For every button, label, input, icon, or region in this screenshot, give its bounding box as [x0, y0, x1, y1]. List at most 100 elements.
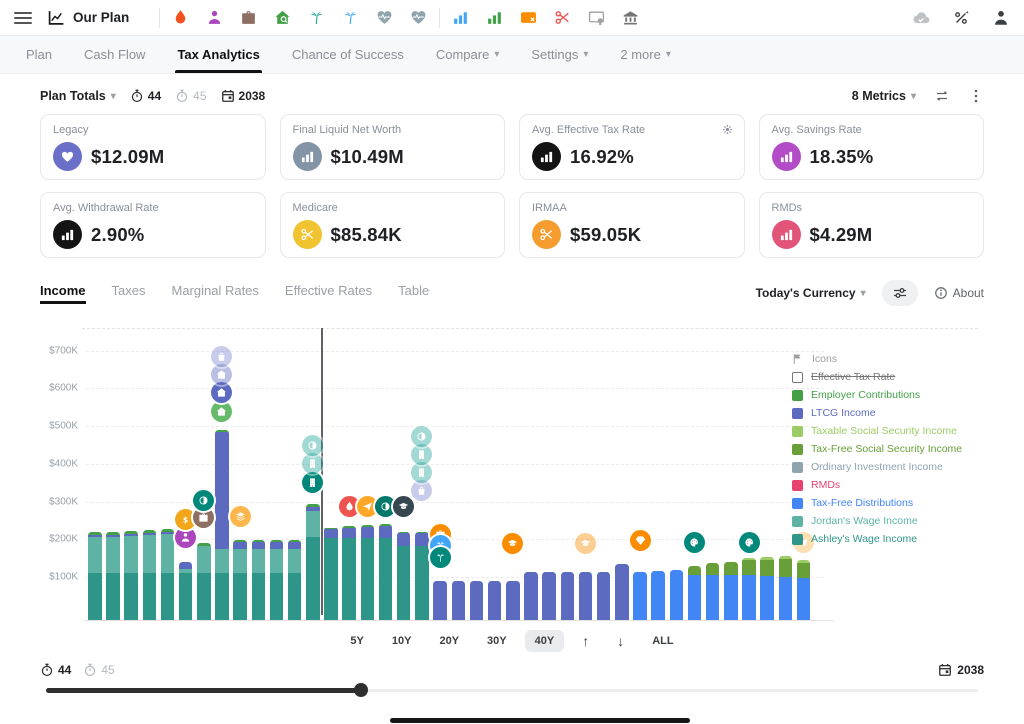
chart-bar-18[interactable]	[397, 532, 411, 620]
chart-icon[interactable]	[452, 9, 469, 26]
marker-palette-icon[interactable]	[739, 532, 760, 553]
bank-icon[interactable]	[622, 9, 639, 26]
horizontal-scrollbar-thumb[interactable]	[390, 718, 690, 723]
marker-graduation-icon[interactable]	[393, 496, 414, 517]
chart-bar-21[interactable]	[452, 581, 466, 620]
chart-bar-27[interactable]	[561, 572, 575, 620]
chart-tab-marginal-rates[interactable]: Marginal Rates	[171, 283, 258, 304]
about-link[interactable]: About	[934, 286, 984, 300]
chart-bar-20[interactable]	[433, 581, 447, 620]
chart-bar-32[interactable]	[651, 571, 665, 620]
chart-bar-7[interactable]	[197, 543, 211, 620]
range-30y-button[interactable]: 30Y	[477, 630, 517, 652]
marker-building-icon[interactable]	[302, 453, 323, 474]
legend-item-ashley-s-wage-income[interactable]: Ashley's Wage Income	[792, 530, 984, 548]
certificate-icon[interactable]	[588, 9, 605, 26]
marker-house-icon[interactable]	[211, 382, 232, 403]
chart-bar-17[interactable]	[379, 524, 393, 620]
metric-card-avg-effective-tax-rate[interactable]: Avg. Effective Tax Rate16.92%	[519, 114, 745, 180]
chart-bar-15[interactable]	[342, 526, 356, 620]
metric-card-rmds[interactable]: RMDs$4.29M	[759, 192, 985, 258]
flame-icon[interactable]	[172, 9, 189, 26]
marker-pie-icon[interactable]	[193, 490, 214, 511]
chart-bar-8[interactable]	[215, 430, 229, 620]
kebab-menu-icon[interactable]	[968, 88, 984, 104]
marker-house-search-icon[interactable]	[211, 401, 232, 422]
marker-graduation-icon[interactable]	[575, 533, 596, 554]
range-40y-button[interactable]: 40Y	[525, 630, 565, 652]
cloud-check-icon[interactable]	[912, 9, 930, 27]
tab-chance-of-success[interactable]: Chance of Success	[276, 36, 420, 73]
chart-bar-9[interactable]	[233, 540, 247, 620]
chart-bar-28[interactable]	[579, 572, 593, 620]
metric-card-final-liquid-net-worth[interactable]: Final Liquid Net Worth$10.49M	[280, 114, 506, 180]
chart-bar-11[interactable]	[270, 540, 284, 620]
current-year-marker-line[interactable]	[321, 328, 323, 615]
chart-bar-38[interactable]	[760, 557, 774, 620]
metric-card-avg-withdrawal-rate[interactable]: Avg. Withdrawal Rate2.90%	[40, 192, 266, 258]
metric-card-avg-savings-rate[interactable]: Avg. Savings Rate18.35%	[759, 114, 985, 180]
legend-item-rmds[interactable]: RMDs	[792, 476, 984, 494]
legend-item-taxable-social-security-income[interactable]: Taxable Social Security Income	[792, 422, 984, 440]
card-x-icon[interactable]	[520, 9, 537, 26]
chart-bar-14[interactable]	[324, 527, 338, 620]
timeline-slider[interactable]	[40, 683, 984, 697]
chart-bar-12[interactable]	[288, 540, 302, 620]
chart-bar-39[interactable]	[779, 556, 793, 620]
chart-bar-34[interactable]	[688, 566, 702, 620]
marker-gem-icon[interactable]	[630, 530, 651, 551]
marker-bag-icon[interactable]	[211, 346, 232, 367]
marker-house-icon[interactable]	[211, 364, 232, 385]
range-20y-button[interactable]: 20Y	[429, 630, 469, 652]
legend-item-jordan-s-wage-income[interactable]: Jordan's Wage Income	[792, 512, 984, 530]
tab-compare[interactable]: Compare▾	[420, 36, 516, 73]
marker-person-icon[interactable]	[175, 527, 196, 548]
marker-pie-icon[interactable]	[302, 435, 323, 456]
chart-bar-13[interactable]	[306, 504, 320, 620]
chart-bar-4[interactable]	[143, 530, 157, 620]
swap-columns-icon[interactable]	[934, 88, 950, 104]
range-up-button[interactable]: ↑	[572, 628, 599, 654]
palm-icon[interactable]	[308, 9, 325, 26]
marker-palm-icon[interactable]	[430, 547, 451, 568]
palm-icon[interactable]	[342, 9, 359, 26]
chart-filter-button[interactable]	[882, 280, 918, 306]
slider-handle[interactable]	[354, 683, 368, 697]
chart-bar-31[interactable]	[633, 572, 647, 620]
briefcase-icon[interactable]	[240, 9, 257, 26]
chart-bar-29[interactable]	[597, 572, 611, 620]
range-all-button[interactable]: ALL	[642, 630, 683, 652]
chart-bar-26[interactable]	[542, 572, 556, 620]
chart-bar-2[interactable]	[106, 532, 120, 620]
legend-item-tax-free-social-security-income[interactable]: Tax-Free Social Security Income	[792, 440, 984, 458]
metrics-count-select[interactable]: 8 Metrics ▾	[852, 89, 916, 103]
marker-bag-icon[interactable]	[411, 480, 432, 501]
range-10y-button[interactable]: 10Y	[382, 630, 422, 652]
percent-off-icon[interactable]	[952, 9, 970, 27]
marker-building-icon[interactable]	[302, 472, 323, 493]
chart-bar-3[interactable]	[124, 531, 138, 620]
metric-card-legacy[interactable]: Legacy$12.09M	[40, 114, 266, 180]
chart-bar-30[interactable]	[615, 564, 629, 620]
chart-tab-table[interactable]: Table	[398, 283, 429, 304]
tab-tax-analytics[interactable]: Tax Analytics	[161, 36, 275, 73]
tab-settings[interactable]: Settings▾	[515, 36, 604, 73]
chart-tab-taxes[interactable]: Taxes	[112, 283, 146, 304]
chart-bar-33[interactable]	[670, 570, 684, 620]
chart-bar-23[interactable]	[488, 581, 502, 620]
marker-pie-icon[interactable]	[411, 426, 432, 447]
currency-select[interactable]: Today's Currency ▾	[756, 286, 866, 300]
marker-palette-icon[interactable]	[684, 532, 705, 553]
chart-bar-10[interactable]	[252, 540, 266, 620]
chart-bar-5[interactable]	[161, 529, 175, 620]
chart-tab-effective-rates[interactable]: Effective Rates	[285, 283, 372, 304]
tab-2-more[interactable]: 2 more▾	[604, 36, 687, 73]
legend-item-employer-contributions[interactable]: Employer Contributions	[792, 386, 984, 404]
heart-monitor-icon[interactable]	[410, 9, 427, 26]
menu-icon[interactable]	[14, 12, 32, 24]
house-search-icon[interactable]	[274, 9, 291, 26]
gear-icon[interactable]	[721, 123, 734, 136]
scope-select[interactable]: Plan Totals ▾	[40, 89, 116, 103]
marker-layers-icon[interactable]	[230, 506, 251, 527]
chart-icon[interactable]	[486, 9, 503, 26]
